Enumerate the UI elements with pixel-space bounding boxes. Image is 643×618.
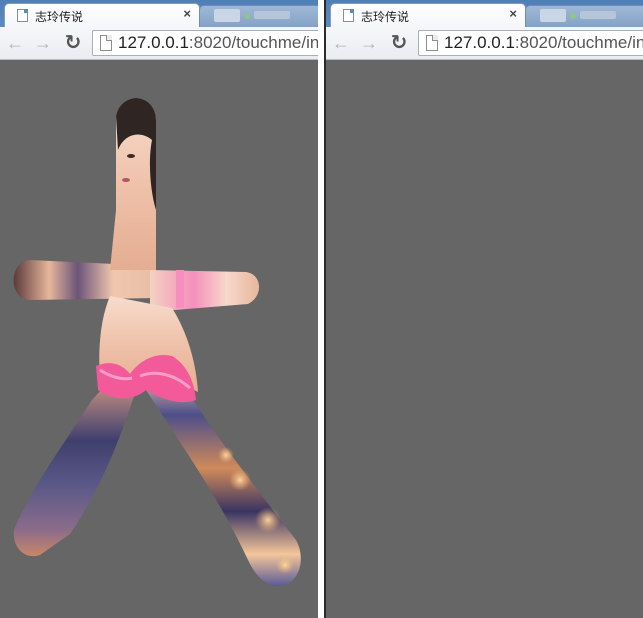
figure-left-leg xyxy=(13,378,137,557)
page-icon xyxy=(100,35,112,51)
browser-window-left: 志玲传说 × ← → ↻ 127.0.0.1:8020/touchme/in xyxy=(0,0,318,618)
address-bar[interactable]: 127.0.0.1:8020/touchme/in xyxy=(92,30,318,56)
toolbar: ← → ↻ 127.0.0.1:8020/touchme/in xyxy=(326,27,643,60)
reload-icon[interactable]: ↻ xyxy=(62,32,84,54)
screen: 志玲传说 × ← → ↻ 127.0.0.1:8020/touchme/in 志… xyxy=(0,0,643,618)
figure-right-leg xyxy=(146,372,301,587)
tab-close-icon[interactable]: × xyxy=(509,6,517,21)
forward-arrow-icon[interactable]: → xyxy=(32,32,54,54)
blurred-tab-icon xyxy=(214,9,240,22)
page-icon xyxy=(426,35,438,51)
address-url: 127.0.0.1:8020/touchme/in xyxy=(444,33,643,53)
tab-active[interactable]: 志玲传说 × xyxy=(4,3,200,28)
address-host: 127.0.0.1 xyxy=(444,33,515,52)
tab-close-icon[interactable]: × xyxy=(183,6,191,21)
blurred-tab-icon xyxy=(540,9,566,22)
figure-right-arm xyxy=(150,270,260,312)
page-favicon-icon xyxy=(17,9,28,22)
tab-strip: 志玲传说 × xyxy=(0,0,318,28)
address-url: 127.0.0.1:8020/touchme/in xyxy=(118,33,318,53)
empty-page-content xyxy=(326,60,643,618)
blurred-tab-dot xyxy=(570,13,576,19)
tab-title: 志玲传说 xyxy=(361,10,410,24)
address-host: 127.0.0.1 xyxy=(118,33,189,52)
toolbar: ← → ↻ 127.0.0.1:8020/touchme/in xyxy=(0,27,318,60)
page-favicon-icon xyxy=(343,9,354,22)
address-path: :8020/touchme/in xyxy=(514,33,643,52)
reload-icon[interactable]: ↻ xyxy=(388,32,410,54)
back-arrow-icon[interactable]: ← xyxy=(4,32,26,54)
photo-figure-da[interactable] xyxy=(0,60,318,618)
tab-inactive[interactable] xyxy=(199,5,318,27)
back-arrow-icon[interactable]: ← xyxy=(330,32,352,54)
tab-inactive[interactable] xyxy=(525,5,643,27)
blurred-tab-title xyxy=(580,11,616,19)
address-bar[interactable]: 127.0.0.1:8020/touchme/in xyxy=(418,30,643,56)
forward-arrow-icon[interactable]: → xyxy=(358,32,380,54)
blurred-tab-dot xyxy=(244,13,250,19)
address-path: :8020/touchme/in xyxy=(188,33,318,52)
browser-window-right: 志玲传说 × ← → ↻ 127.0.0.1:8020/touchme/in xyxy=(326,0,643,618)
tab-strip: 志玲传说 × xyxy=(326,0,643,28)
tab-title: 志玲传说 xyxy=(35,10,84,24)
tab-active[interactable]: 志玲传说 × xyxy=(330,3,526,28)
blurred-tab-title xyxy=(254,11,290,19)
